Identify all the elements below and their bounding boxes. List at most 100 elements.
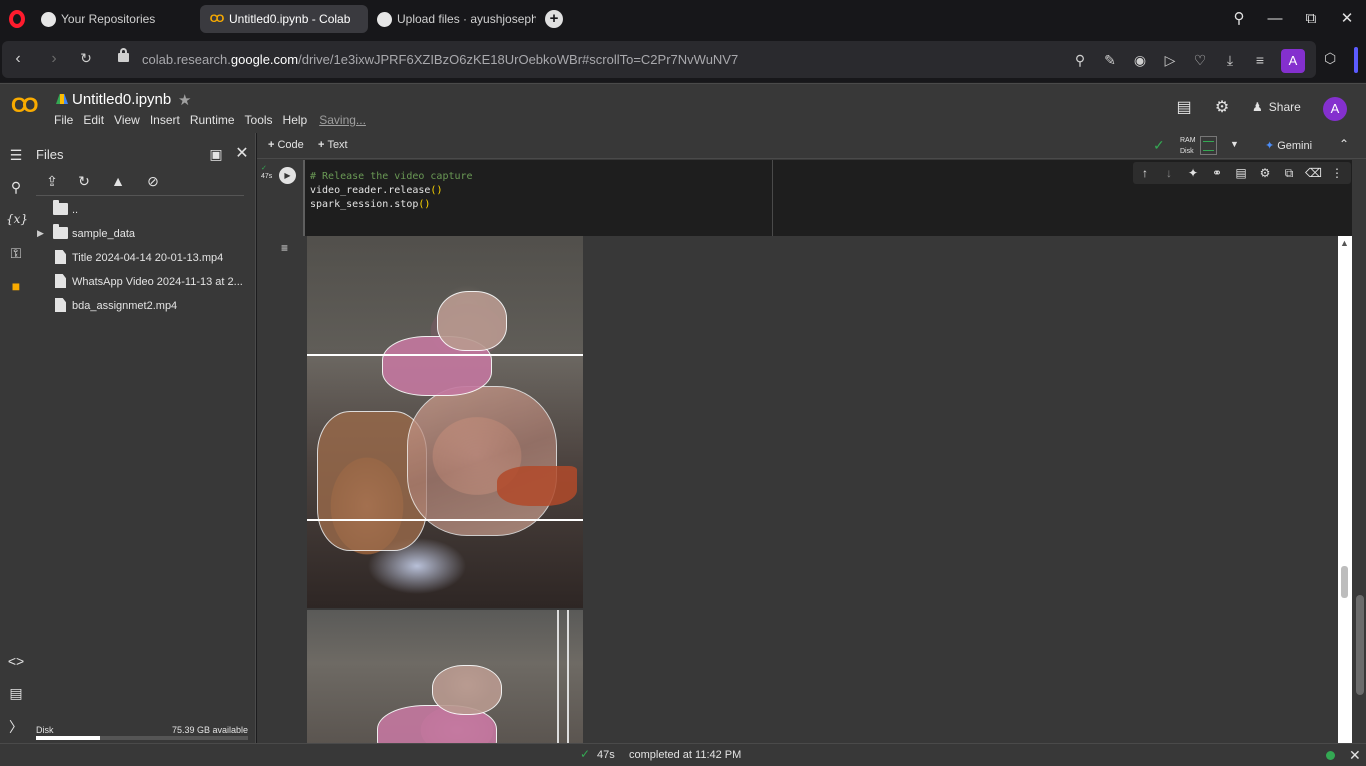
list-item[interactable]: .. <box>31 200 251 221</box>
saving-status[interactable]: Saving... <box>319 113 366 127</box>
runtime-dropdown-icon[interactable]: ▼ <box>1230 139 1239 149</box>
menu-file[interactable]: File <box>54 113 73 127</box>
new-window-icon[interactable]: ▣ <box>206 144 226 164</box>
colab-logo[interactable]: CO <box>11 94 38 118</box>
menu-edit[interactable]: Edit <box>83 113 104 127</box>
expand-caret-icon[interactable]: ▶ <box>37 228 44 239</box>
camera-icon[interactable]: ◉ <box>1130 50 1150 70</box>
new-tab-button[interactable]: + <box>545 10 563 28</box>
tab-upload-files[interactable]: Upload files · ayushjoseph <box>368 5 536 33</box>
folder-icon <box>53 224 68 239</box>
file-icon <box>55 250 66 264</box>
run-cell-button[interactable]: ▶ <box>279 167 296 184</box>
completion-message[interactable]: completed at 11:42 PM <box>629 749 741 761</box>
profile-avatar[interactable]: A <box>1281 49 1305 73</box>
files-folder-icon[interactable]: ■ <box>6 276 26 296</box>
file-icon <box>55 298 66 312</box>
url-text[interactable]: colab.research.google.com/drive/1e3ixwJP… <box>142 52 738 67</box>
reload-icon[interactable]: ↻ <box>76 50 96 67</box>
list-item[interactable]: ▶ sample_data <box>31 224 251 245</box>
table-of-contents-icon[interactable]: ☰ <box>6 145 26 165</box>
maximize-button[interactable]: ⧉ <box>1300 8 1322 30</box>
refresh-icon[interactable]: ↻ <box>74 171 94 191</box>
share-page-icon[interactable]: ✎ <box>1100 50 1120 70</box>
search-tabs-icon[interactable]: ⚲ <box>1228 8 1250 30</box>
comments-icon[interactable]: ▤ <box>1174 98 1194 118</box>
zoom-search-icon[interactable]: ⚲ <box>1070 50 1090 70</box>
heart-icon[interactable]: ♡ <box>1190 50 1210 70</box>
menu-help[interactable]: Help <box>283 113 308 127</box>
move-up-icon[interactable]: ↑ <box>1137 165 1153 181</box>
close-window-button[interactable]: ✕ <box>1336 8 1358 30</box>
mount-drive-icon[interactable]: ▲ <box>108 171 128 191</box>
output-actions-icon[interactable]: ≡ <box>281 241 297 255</box>
code-line: spark_session.stop() <box>310 199 431 210</box>
terminal-icon[interactable]: 〉 <box>6 717 26 737</box>
divider <box>36 195 244 196</box>
menu-view[interactable]: View <box>114 113 140 127</box>
menu-runtime[interactable]: Runtime <box>190 113 235 127</box>
player-icon[interactable]: ▷ <box>1160 50 1180 70</box>
cell-toolbar: ↑ ↓ ✦ ⚭ ▤ ⚙ ⧉ ⌫ ⋮ <box>1133 162 1351 184</box>
share-button[interactable]: ♟ Share <box>1252 100 1301 114</box>
easy-setup-icon[interactable]: ≡ <box>1250 50 1270 70</box>
tab-colab[interactable]: CO Untitled0.ipynb - Colab <box>200 5 368 33</box>
move-down-icon[interactable]: ↓ <box>1161 165 1177 181</box>
add-code-button[interactable]: + Code <box>268 139 304 151</box>
secrets-key-icon[interactable]: ⚿ <box>6 243 26 263</box>
search-icon[interactable]: ⚲ <box>6 177 26 197</box>
resource-meter[interactable] <box>1200 136 1217 155</box>
cell-output <box>303 236 1352 743</box>
minimize-button[interactable]: — <box>1264 8 1286 30</box>
lock-icon[interactable] <box>118 48 129 62</box>
list-item[interactable]: Title 2024-04-14 20-01-13.mp4 <box>31 249 251 269</box>
command-palette-icon[interactable]: ▤ <box>6 683 26 703</box>
collapse-header-icon[interactable]: ⌃ <box>1339 137 1349 151</box>
left-icon-rail: ☰ ⚲ {x} ⚿ ■ <> ▤ 〉 <box>0 133 31 743</box>
tab-label: Untitled0.ipynb - Colab <box>229 12 351 26</box>
star-icon[interactable]: ★ <box>178 91 191 109</box>
hide-files-icon[interactable]: ⊘ <box>143 171 163 191</box>
user-avatar[interactable]: A <box>1323 97 1347 121</box>
forward-icon[interactable]: › <box>44 50 64 68</box>
upload-file-icon[interactable]: ⇪ <box>42 171 62 191</box>
settings-gear-icon[interactable]: ⚙ <box>1212 98 1232 118</box>
link-icon[interactable]: ⚭ <box>1209 165 1225 181</box>
list-item[interactable]: bda_assignmet2.mp4 <box>31 297 251 317</box>
folder-icon <box>53 200 68 215</box>
tab-label: Your Repositories <box>61 12 156 26</box>
back-icon[interactable]: ‹ <box>8 50 28 68</box>
sidebar-toggle[interactable] <box>1354 47 1358 73</box>
add-text-button[interactable]: + Text <box>318 139 348 151</box>
code-snippets-icon[interactable]: <> <box>6 651 26 671</box>
status-dot-icon <box>1326 751 1335 760</box>
tab-your-repositories[interactable]: Your Repositories <box>32 5 194 33</box>
colab-icon: CO <box>209 13 224 25</box>
close-panel-icon[interactable]: ✕ <box>232 144 252 164</box>
mirror-cell-icon[interactable]: ⧉ <box>1281 165 1297 181</box>
download-icon[interactable]: ⤓ <box>1220 50 1240 70</box>
ram-disk-label[interactable]: RAM Disk <box>1180 135 1196 157</box>
notebook-title[interactable]: Untitled0.ipynb <box>72 91 171 108</box>
variables-icon[interactable]: {x} <box>6 209 28 229</box>
files-panel-title: Files <box>36 147 64 162</box>
address-bar[interactable]: ‹ › ↻ colab.research.google.com/drive/1e… <box>2 41 1316 78</box>
gemini-button[interactable]: ✦ Gemini <box>1265 139 1312 152</box>
code-line: # Release the video capture <box>310 171 473 182</box>
more-options-icon[interactable]: ⋮ <box>1329 165 1345 181</box>
browser-tab-bar: Your Repositories CO Untitled0.ipynb - C… <box>0 0 1366 38</box>
file-icon <box>55 274 66 288</box>
menu-insert[interactable]: Insert <box>150 113 180 127</box>
opera-logo-icon[interactable] <box>9 10 25 28</box>
notebook-scrollbar[interactable] <box>1354 160 1366 743</box>
extensions-icon[interactable]: ⬡ <box>1324 50 1340 66</box>
disk-available: 75.39 GB available <box>171 725 248 735</box>
output-scrollbar[interactable]: ▲ <box>1338 236 1352 743</box>
cell-settings-icon[interactable]: ⚙ <box>1257 165 1273 181</box>
menu-tools[interactable]: Tools <box>245 113 273 127</box>
close-status-icon[interactable]: ✕ <box>1349 747 1361 764</box>
comment-icon[interactable]: ▤ <box>1233 165 1249 181</box>
delete-icon[interactable]: ⌫ <box>1305 165 1322 181</box>
list-item[interactable]: WhatsApp Video 2024-11-13 at 2... <box>31 273 251 293</box>
gemini-cell-icon[interactable]: ✦ <box>1185 165 1201 181</box>
